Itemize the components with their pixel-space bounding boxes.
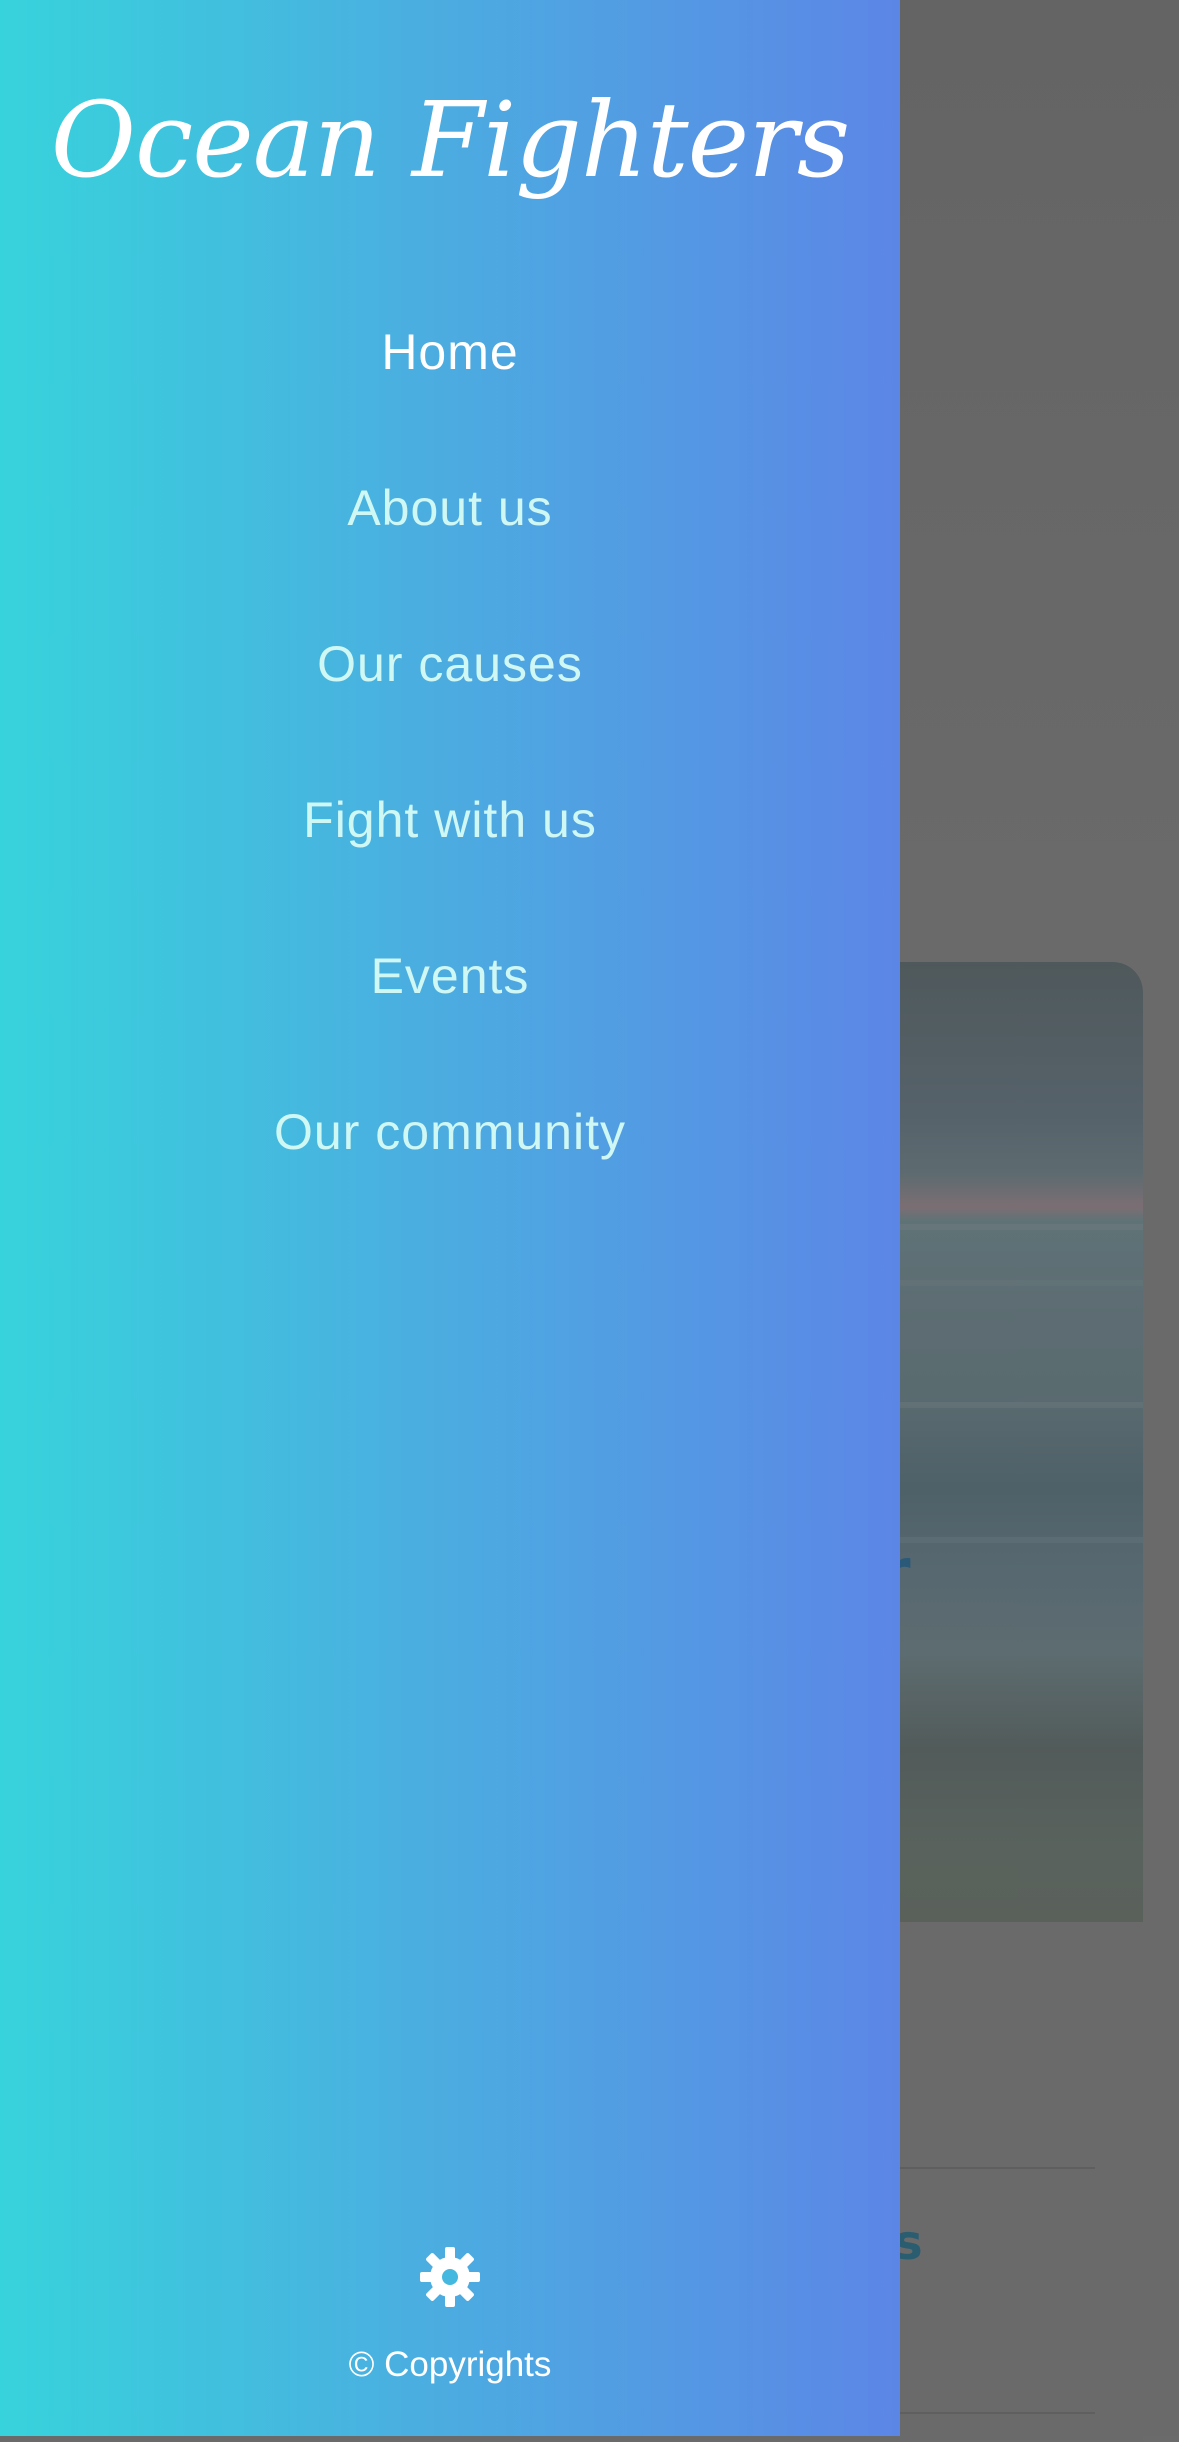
gear-icon[interactable]: [418, 2245, 482, 2309]
menu-item-events[interactable]: Events: [0, 926, 900, 1082]
menu-item-about-us[interactable]: About us: [0, 458, 900, 614]
menu-item-fight-with-us[interactable]: Fight with us: [0, 770, 900, 926]
menu-item-our-causes[interactable]: Our causes: [0, 614, 900, 770]
menu-item-our-community[interactable]: Our community: [0, 1082, 900, 1238]
copyright-text: © Copyrights: [348, 2345, 552, 2384]
navigation-drawer: Ocean Fighters Home About us Our causes …: [0, 0, 900, 2436]
menu-item-home[interactable]: Home: [0, 302, 900, 458]
drawer-menu: Home About us Our causes Fight with us E…: [0, 302, 900, 1238]
brand-logo: Ocean Fighters: [50, 79, 851, 201]
